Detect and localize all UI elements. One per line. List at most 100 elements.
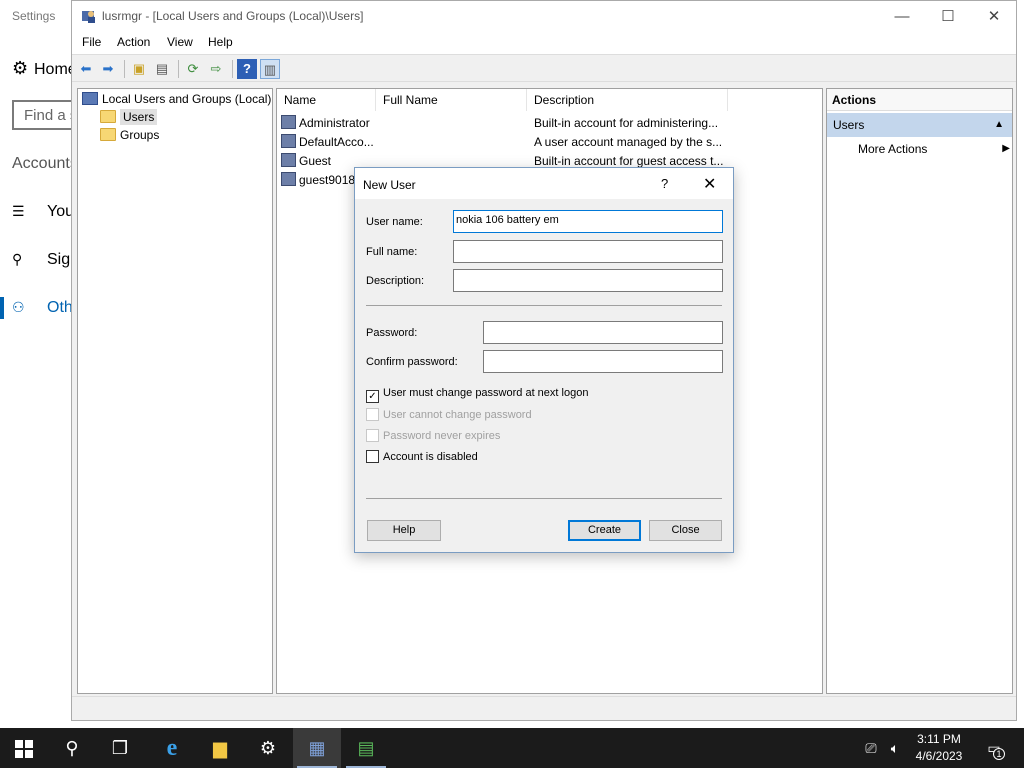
folder-icon bbox=[100, 110, 116, 123]
divider bbox=[366, 498, 722, 499]
settings-home-link[interactable]: ⚙ Home bbox=[12, 58, 72, 79]
windows-logo-icon bbox=[15, 740, 33, 759]
tree-node-groups[interactable]: Groups bbox=[100, 128, 159, 142]
column-header-full-name[interactable]: Full Name bbox=[376, 89, 527, 111]
description-field[interactable] bbox=[453, 269, 723, 292]
confirm-password-field[interactable] bbox=[483, 350, 723, 373]
create-button[interactable]: Create bbox=[568, 520, 641, 541]
internet-explorer-icon[interactable]: e bbox=[148, 728, 196, 768]
username-field[interactable]: nokia 106 battery em bbox=[453, 210, 723, 233]
taskbar: ⚲ ❐ e ▆ ⚙ ▦ ▤ ⎚ 🔈︎ 3:11 PM 4/6/2023 ▭ 1 bbox=[0, 728, 1024, 768]
settings-title: Settings bbox=[12, 9, 56, 23]
new-user-dialog: New User ? ✕ User name: nokia 106 batter… bbox=[354, 167, 734, 553]
settings-home-label: Home bbox=[34, 61, 72, 78]
computer-users-icon bbox=[82, 92, 98, 105]
description-label: Description: bbox=[366, 275, 425, 287]
toolbar: ⬅ ➡ ▣ ▤ ⟳ ⇨ ? ▥ bbox=[72, 54, 1016, 82]
checkbox-label: User cannot change password bbox=[383, 409, 532, 421]
username-label: User name: bbox=[366, 216, 423, 228]
confirm-password-label: Confirm password: bbox=[366, 356, 458, 368]
must-change-password-checkbox[interactable]: ✓ User must change password at next logon bbox=[366, 387, 588, 403]
clock[interactable]: 3:11 PM 4/6/2023 bbox=[906, 731, 972, 765]
table-row[interactable]: DefaultAcco... A user account managed by… bbox=[281, 133, 821, 152]
fullname-label: Full name: bbox=[366, 246, 418, 258]
more-actions-label: More Actions bbox=[858, 142, 928, 156]
dialog-help-icon[interactable]: ? bbox=[661, 176, 668, 191]
tree-node-label: Groups bbox=[120, 128, 160, 142]
settings-nav-your-info[interactable]: ☰ Your info bbox=[12, 203, 72, 221]
menu-view[interactable]: View bbox=[167, 35, 193, 49]
start-button[interactable] bbox=[0, 728, 48, 768]
help-button[interactable]: Help bbox=[367, 520, 441, 541]
collapse-triangle-icon[interactable]: ▲ bbox=[994, 113, 1004, 137]
lusrmgr-taskbar-icon[interactable]: ▦ bbox=[293, 728, 341, 768]
column-header-name[interactable]: Name bbox=[277, 89, 376, 111]
settings-search-input[interactable]: Find a setting bbox=[12, 100, 72, 130]
nav-label: Other users bbox=[47, 299, 72, 316]
more-actions-item[interactable]: More Actions ▶ bbox=[858, 140, 1010, 158]
checkbox-icon bbox=[366, 429, 379, 442]
notification-count-badge: 1 bbox=[993, 748, 1005, 760]
menu-file[interactable]: File bbox=[82, 35, 101, 49]
help-icon[interactable]: ? bbox=[237, 59, 257, 79]
show-hide-tree-icon[interactable]: ▤ bbox=[152, 59, 172, 79]
file-explorer-icon[interactable]: ▆ bbox=[196, 728, 244, 768]
dialog-close-icon[interactable]: ✕ bbox=[703, 174, 716, 194]
settings-nav-sign-in[interactable]: ⚲ Sign-in options bbox=[12, 251, 72, 269]
task-view-icon[interactable]: ❐ bbox=[96, 728, 144, 768]
menu-action[interactable]: Action bbox=[117, 35, 150, 49]
checkbox-checked-icon: ✓ bbox=[366, 390, 379, 403]
window-close-button[interactable]: ✕ bbox=[971, 1, 1017, 32]
volume-muted-icon[interactable]: 🔈︎ bbox=[884, 728, 906, 768]
users-app-icon bbox=[82, 11, 95, 23]
dialog-title: New User bbox=[363, 178, 416, 192]
gear-icon: ⚙ bbox=[12, 58, 29, 78]
tree-root-node[interactable]: Local Users and Groups (Local) bbox=[82, 92, 271, 106]
nav-label: Sign-in options bbox=[47, 251, 72, 268]
clock-date: 4/6/2023 bbox=[915, 749, 963, 763]
window-titlebar[interactable]: lusrmgr - [Local Users and Groups (Local… bbox=[72, 1, 1016, 32]
dialog-titlebar[interactable]: New User ? ✕ bbox=[355, 168, 733, 199]
forward-arrow-icon[interactable]: ➡ bbox=[98, 59, 118, 79]
submenu-arrow-icon: ▶ bbox=[1002, 143, 1010, 154]
show-action-pane-icon[interactable]: ▥ bbox=[260, 59, 280, 79]
table-row[interactable]: Administrator Built-in account for admin… bbox=[281, 114, 821, 133]
checkbox-icon bbox=[366, 450, 379, 463]
account-disabled-checkbox[interactable]: Account is disabled bbox=[366, 450, 478, 463]
back-arrow-icon[interactable]: ⬅ bbox=[76, 59, 96, 79]
settings-gear-icon[interactable]: ⚙ bbox=[244, 728, 292, 768]
close-button[interactable]: Close bbox=[649, 520, 722, 541]
actions-pane: Actions Users ▲ More Actions ▶ bbox=[826, 88, 1013, 694]
user-name-cell: Guest bbox=[299, 154, 332, 168]
status-bar bbox=[72, 696, 1016, 720]
settings-section-title: Accounts bbox=[12, 155, 72, 172]
refresh-icon[interactable]: ⟳ bbox=[183, 59, 203, 79]
tree-root-label: Local Users and Groups (Local) bbox=[102, 92, 272, 106]
notifications-button[interactable]: ▭ 1 bbox=[980, 728, 1008, 768]
maximize-button[interactable]: ☐ bbox=[925, 1, 971, 32]
checkbox-label: Account is disabled bbox=[383, 451, 478, 463]
settings-nav-other-users[interactable]: ⚇ Other users bbox=[12, 299, 72, 317]
export-list-icon[interactable]: ⇨ bbox=[206, 59, 226, 79]
network-icon[interactable]: ⎚ bbox=[860, 728, 882, 768]
minimize-button[interactable]: — bbox=[879, 1, 925, 32]
fullname-field[interactable] bbox=[453, 240, 723, 263]
password-label: Password: bbox=[366, 327, 418, 339]
user-icon bbox=[281, 153, 296, 167]
toolbar-separator bbox=[232, 60, 233, 78]
up-folder-icon[interactable]: ▣ bbox=[129, 59, 149, 79]
tree-node-label: Users bbox=[120, 109, 158, 125]
column-header-description[interactable]: Description bbox=[527, 89, 728, 111]
actions-header: Actions bbox=[827, 89, 1012, 111]
actions-section-users[interactable]: Users ▲ bbox=[827, 113, 1012, 137]
search-icon[interactable]: ⚲ bbox=[48, 728, 96, 768]
person-card-icon: ☰ bbox=[12, 203, 25, 219]
tree-node-users[interactable]: Users bbox=[100, 109, 158, 125]
toolbar-separator bbox=[178, 60, 179, 78]
description-cell: A user account managed by the s... bbox=[534, 135, 723, 149]
menu-help[interactable]: Help bbox=[208, 35, 233, 49]
server-manager-icon[interactable]: ▤ bbox=[342, 728, 390, 768]
user-icon bbox=[281, 134, 296, 148]
password-field[interactable] bbox=[483, 321, 723, 344]
window-title: lusrmgr - [Local Users and Groups (Local… bbox=[102, 9, 364, 23]
